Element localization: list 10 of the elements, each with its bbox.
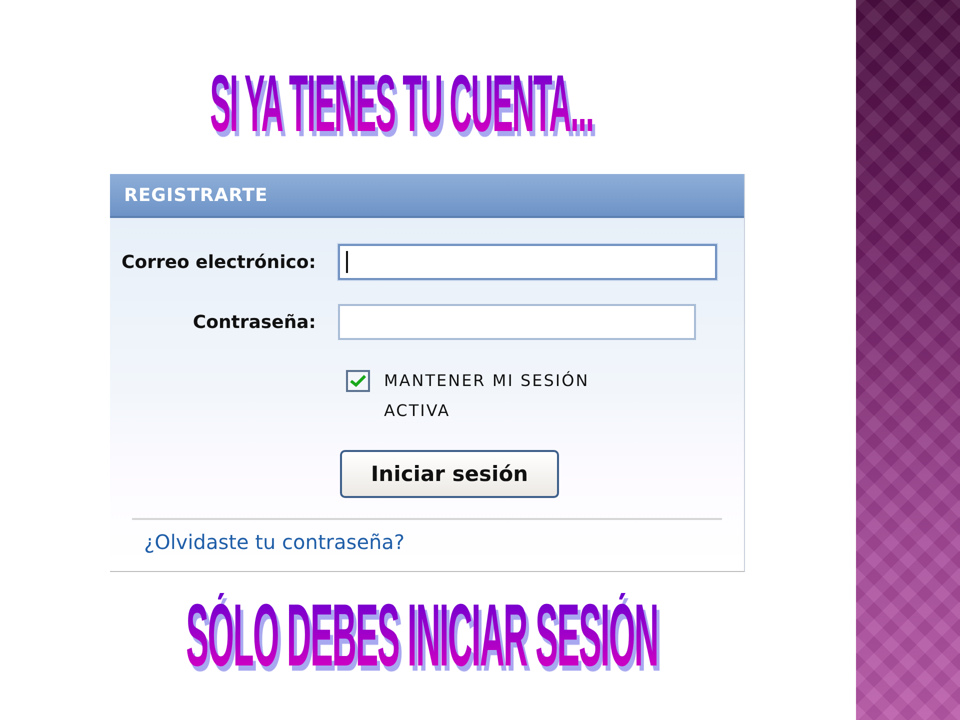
checkbox-label: MANTENER MI SESIÓN ACTIVA — [384, 370, 590, 422]
login-button[interactable]: Iniciar sesión — [340, 450, 559, 498]
field-label: Contraseña: — [192, 310, 316, 334]
field-label: Correo electrónico: — [120, 250, 316, 274]
input-field[interactable] — [338, 304, 696, 340]
forgot-password-link[interactable]: ¿Olvidaste tu contraseña? — [144, 530, 405, 554]
checkbox[interactable] — [346, 370, 370, 392]
checkmark-icon — [350, 375, 366, 387]
panel-title: REGISTRARTE — [124, 184, 268, 206]
input-field[interactable] — [338, 244, 717, 280]
